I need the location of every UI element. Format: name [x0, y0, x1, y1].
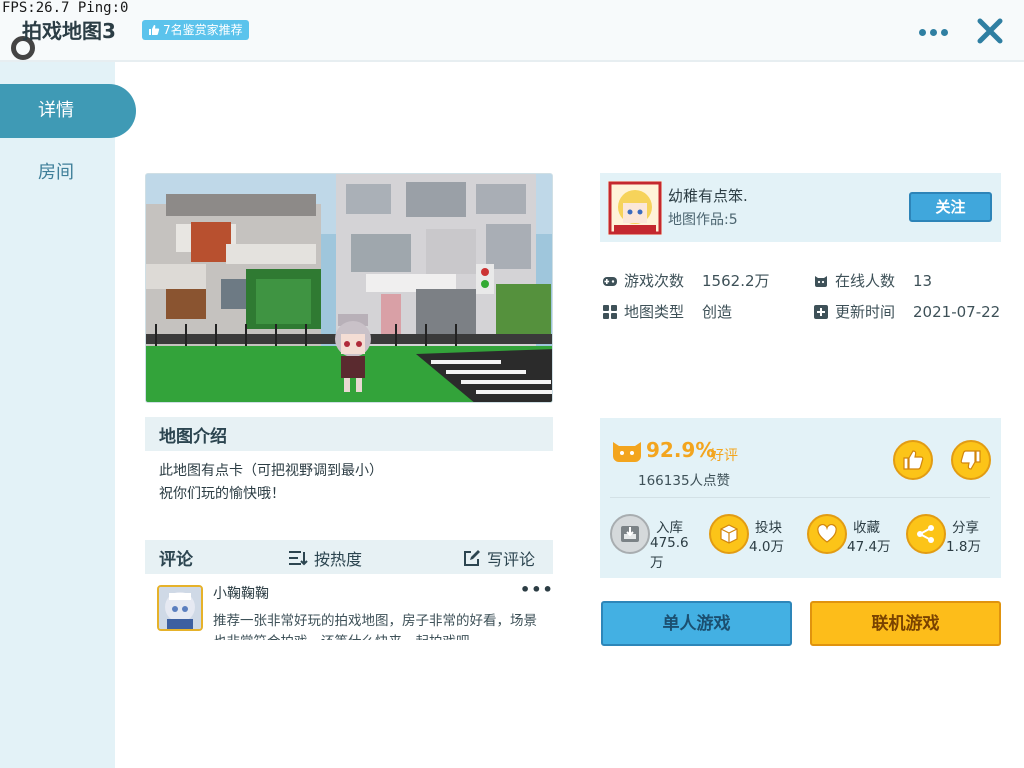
thumbs-down-icon [960, 450, 981, 470]
map-screenshot[interactable] [145, 173, 553, 403]
cat-face-icon [815, 275, 827, 287]
online-value: 13 [913, 271, 933, 290]
tab-rooms[interactable]: 房间 [0, 146, 136, 200]
dot [940, 28, 948, 36]
vote-block-count: 4.0万 [749, 539, 784, 555]
rating-score: 92.9% [646, 438, 716, 462]
recommend-badge[interactable]: 7名鉴赏家推荐 [142, 20, 249, 40]
page-title: 拍戏地图3 [22, 19, 116, 43]
online-label: 在线人数 [835, 272, 896, 290]
author-card: 幼稚有点笨. 地图作品:5 关注 [600, 173, 1001, 242]
sort-label: 按热度 [314, 550, 363, 569]
gamepad-icon [603, 276, 617, 286]
comments-title: 评论 [159, 550, 193, 570]
author-name[interactable]: 幼稚有点笨. [668, 185, 748, 206]
rating-label: 好评 [710, 448, 738, 464]
share-button[interactable]: 分享 1.8万 [906, 514, 996, 558]
vote-block-button[interactable]: 投块 4.0万 [709, 514, 799, 558]
write-comment-button[interactable]: 写评论 [463, 546, 535, 570]
intro-header: 地图介绍 [145, 417, 553, 451]
intro-title: 地图介绍 [159, 427, 227, 447]
sort-icon [289, 551, 308, 566]
author-works: 地图作品:5 [668, 212, 738, 228]
more-button[interactable] [916, 22, 950, 42]
thumbs-up-icon [903, 450, 924, 470]
heart-icon [807, 514, 847, 554]
single-player-button[interactable]: 单人游戏 [601, 601, 792, 646]
edit-icon [464, 550, 480, 566]
commenter-avatar[interactable] [157, 585, 203, 631]
multiplayer-button[interactable]: 联机游戏 [810, 601, 1001, 646]
favorite-label: 收藏 [853, 520, 880, 536]
sort-by-hot-button[interactable]: 按热度 [288, 546, 362, 570]
author-avatar[interactable] [608, 181, 662, 235]
favorite-button[interactable]: 收藏 47.4万 [807, 514, 897, 558]
updated-value: 2021-07-22 [913, 302, 1001, 321]
plus-square-icon [814, 304, 828, 319]
comment-item: 小鞠鞠鞠 ••• 推荐一张非常好玩的拍戏地图，房子非常的好看，场景也非常符合拍戏… [145, 580, 553, 640]
sidebar: 详情 房间 [0, 62, 136, 768]
thumbs-up-icon [149, 25, 160, 35]
type-label: 地图类型 [624, 303, 685, 321]
close-icon[interactable] [975, 16, 1005, 46]
block-icon [709, 514, 749, 554]
dot [929, 28, 937, 36]
rating-panel: 92.9% 好评 166135人点赞 入库 475.6万 投块 4.0万 收藏 … [600, 418, 1001, 578]
download-box-icon [610, 514, 650, 554]
commenter-name[interactable]: 小鞠鞠鞠 [213, 583, 269, 603]
map-preview-image [146, 174, 552, 402]
comment-text: 推荐一张非常好玩的拍戏地图，房子非常的好看，场景也非常符合拍戏，还等什么快来一起… [213, 613, 537, 640]
add-to-library-count: 475.6万 [650, 535, 689, 571]
vote-block-label: 投块 [755, 520, 782, 536]
fps-readout: FPS:26.7 Ping:0 [2, 0, 129, 16]
share-count: 1.8万 [946, 539, 981, 555]
follow-button[interactable]: 关注 [909, 192, 992, 222]
like-count: 166135人点赞 [638, 473, 731, 489]
badge-label: 7名鉴赏家推荐 [163, 23, 243, 37]
updated-label: 更新时间 [835, 303, 896, 321]
like-button[interactable] [893, 440, 933, 480]
avatar-image [159, 587, 201, 629]
add-to-library-button[interactable]: 入库 475.6万 [610, 514, 700, 571]
share-icon [906, 514, 946, 554]
comments-header: 评论 按热度 写评论 [145, 540, 553, 574]
top-bar: FPS:26.7 Ping:0 拍戏地图3 7名鉴赏家推荐 [0, 0, 1024, 62]
stat-type: 地图类型 创造 [602, 301, 732, 322]
plays-value: 1562.2万 [702, 272, 770, 290]
share-label: 分享 [952, 520, 979, 536]
add-to-library-label: 入库 [656, 520, 683, 536]
favorite-count: 47.4万 [847, 539, 891, 555]
stat-plays: 游戏次数 1562.2万 [602, 270, 770, 291]
dislike-button[interactable] [951, 440, 991, 480]
intro-text: 此地图有点卡（可把视野调到最小） 祝你们玩的愉快哦！ [159, 463, 383, 502]
grid-icon [603, 304, 617, 319]
type-value: 创造 [702, 303, 733, 321]
write-comment-label: 写评论 [487, 550, 536, 569]
stat-updated: 更新时间 2021-07-22 [813, 301, 1000, 322]
rating-divider [610, 497, 990, 498]
comment-more-button[interactable]: ••• [520, 580, 553, 599]
stat-online: 在线人数 13 [813, 270, 932, 291]
tab-details[interactable]: 详情 [0, 84, 136, 138]
more-dots-icon [918, 28, 926, 36]
plays-label: 游戏次数 [624, 272, 685, 290]
mascot-icon [613, 442, 641, 462]
